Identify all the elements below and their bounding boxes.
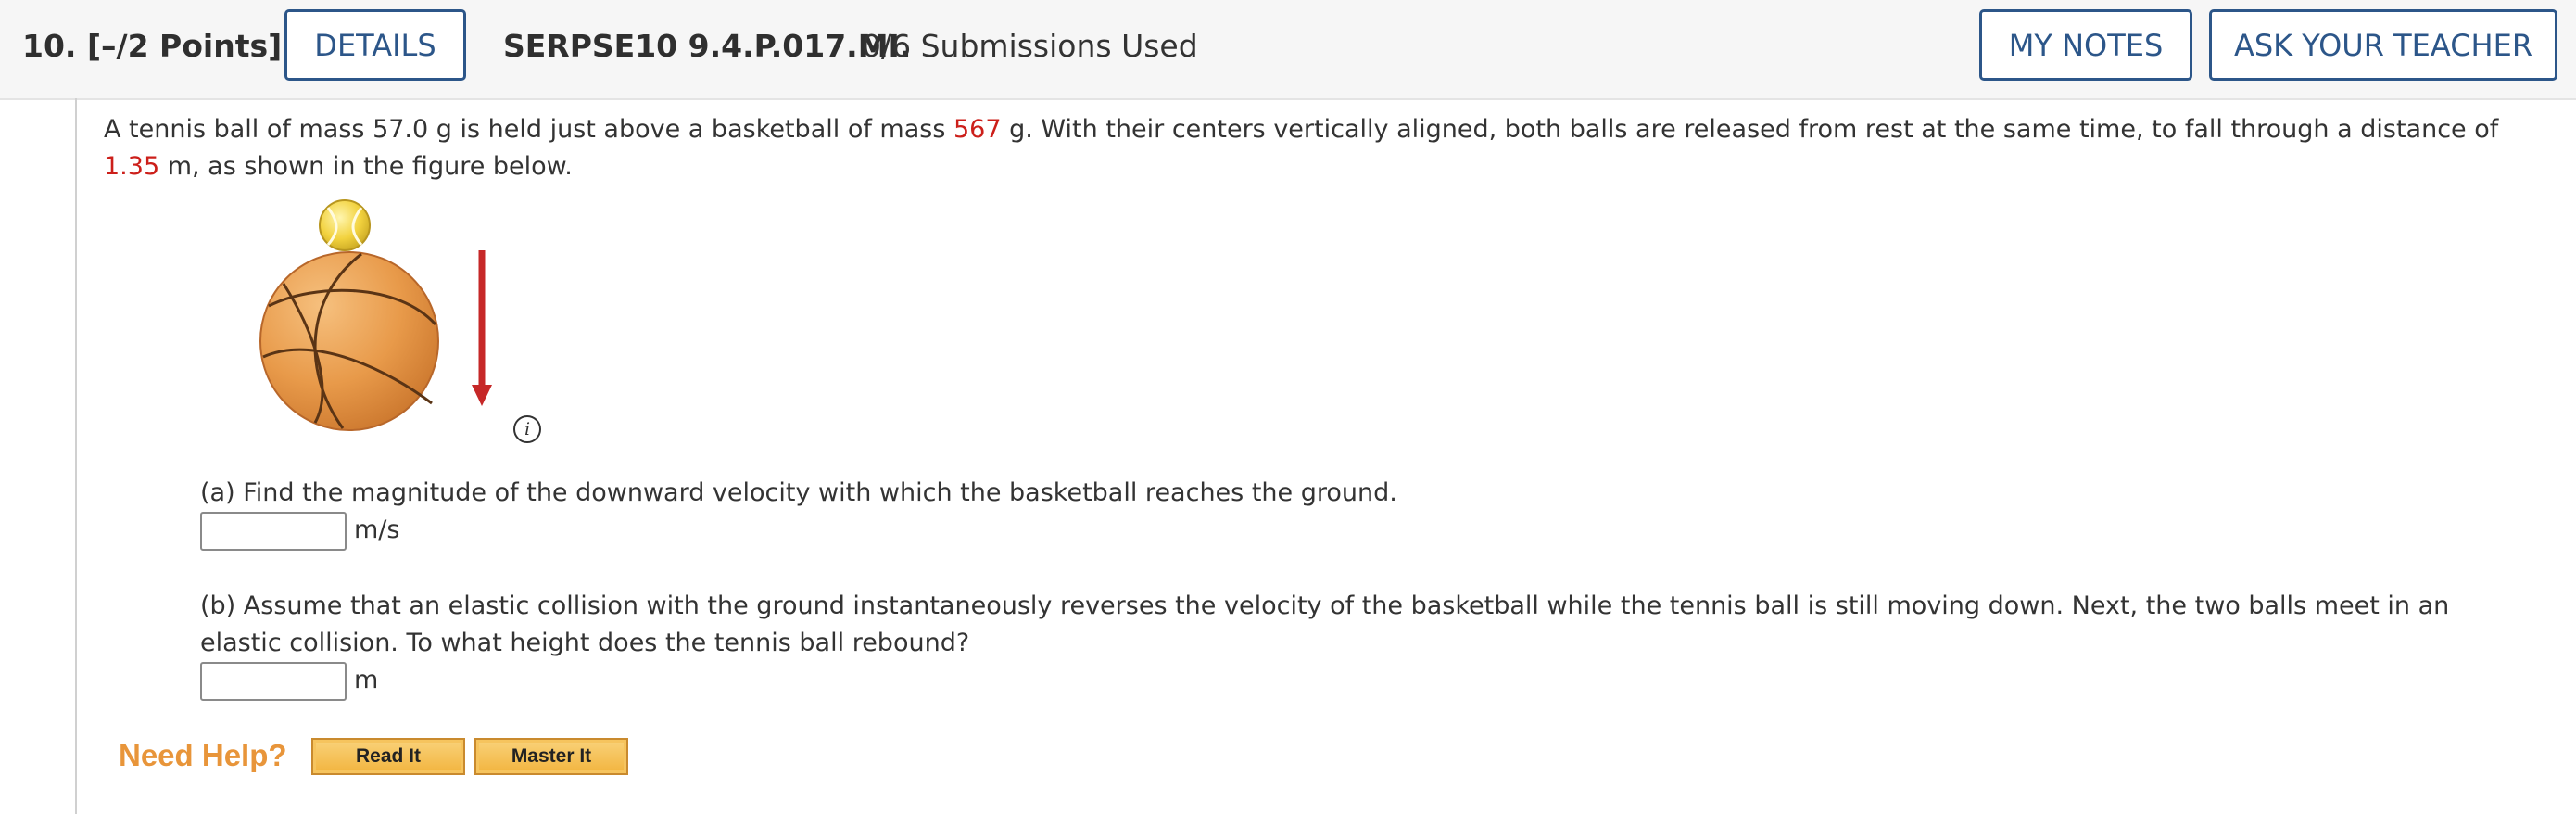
problem-code: SERPSE10 9.4.P.017.MI. — [503, 28, 912, 64]
part-a-unit: m/s — [354, 515, 400, 544]
basketball — [259, 251, 439, 431]
submissions-count: 0/6 Submissions Used — [862, 28, 1198, 64]
question-number: 10. — [22, 28, 77, 64]
question-points: [–/2 Points] — [86, 28, 283, 64]
read-it-button[interactable]: Read It — [311, 738, 465, 775]
need-help-label: Need Help? — [119, 738, 287, 772]
basketball-mass-value: 567 — [953, 115, 1002, 144]
problem-text-3: m, as shown in the figure below. — [159, 152, 573, 181]
my-notes-button[interactable]: MY NOTES — [1979, 9, 2192, 81]
tennis-ball — [319, 199, 371, 251]
part-b-unit: m — [354, 666, 379, 694]
question-heading: 10. [–/2 Points] — [22, 28, 282, 64]
part-a-answer-input[interactable] — [200, 512, 347, 551]
fall-distance-value: 1.35 — [104, 152, 160, 181]
problem-text-2: g. With their centers vertically aligned… — [1001, 115, 2499, 144]
master-it-button[interactable]: Master It — [474, 738, 628, 775]
fall-direction-arrow — [472, 250, 492, 406]
question-header: 10. [–/2 Points] DETAILS SERPSE10 9.4.P.… — [0, 0, 2576, 100]
content-left-border — [75, 98, 77, 814]
info-icon[interactable]: i — [513, 415, 541, 443]
part-b-answer-input[interactable] — [200, 662, 347, 701]
problem-statement: A tennis ball of mass 57.0 g is held jus… — [104, 111, 2550, 185]
ask-your-teacher-button[interactable]: ASK YOUR TEACHER — [2209, 9, 2557, 81]
problem-text-1: A tennis ball of mass 57.0 g is held jus… — [104, 115, 953, 144]
part-a-question: (a) Find the magnitude of the downward v… — [200, 478, 1397, 507]
details-button[interactable]: DETAILS — [284, 9, 466, 81]
balls-figure-svg — [259, 199, 492, 431]
part-b-question: (b) Assume that an elastic collision wit… — [200, 591, 2450, 657]
problem-figure — [250, 195, 547, 454]
